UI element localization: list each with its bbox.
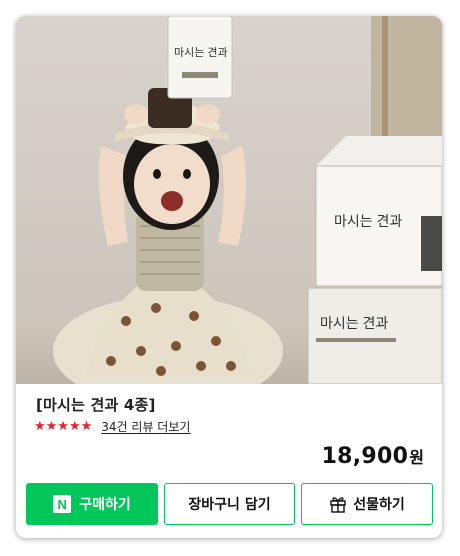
pouch-label: 마시는 견과 [174,46,228,59]
product-pouch: 마시는 견과 [167,16,233,99]
product-image: 마시는 견과 마시는 견과 마시는 견과 [16,16,442,384]
price: 18,900 원 [322,444,424,469]
gift-icon [329,495,347,513]
naver-n-icon: N [53,495,72,513]
star-rating-icon: ★★★★★ [34,419,93,434]
buy-button[interactable]: N 구매하기 [26,483,158,525]
product-card: 마시는 견과 마시는 견과 마시는 견과 [마시는 견과 4종] ★★★★★ 3… [16,16,442,538]
price-currency: 원 [409,448,424,467]
cart-button-label: 장바구니 담기 [188,497,271,513]
buy-button-label: 구매하기 [79,497,131,513]
gift-button-label: 선물하기 [353,497,405,513]
box-label-2: 마시는 견과 [320,315,388,331]
product-box-top: 마시는 견과 [315,136,442,287]
product-title: [마시는 견과 4종] [36,396,156,414]
product-box-bottom: 마시는 견과 [307,287,442,384]
review-link[interactable]: 34건 리뷰 더보기 [101,418,190,435]
rating-row: ★★★★★ 34건 리뷰 더보기 [34,418,190,435]
box-label: 마시는 견과 [334,213,402,229]
add-to-cart-button[interactable]: 장바구니 담기 [164,483,295,525]
product-photo[interactable]: 마시는 견과 마시는 견과 마시는 견과 [16,16,442,384]
price-value: 18,900 [321,444,409,469]
gift-button[interactable]: 선물하기 [301,483,433,525]
